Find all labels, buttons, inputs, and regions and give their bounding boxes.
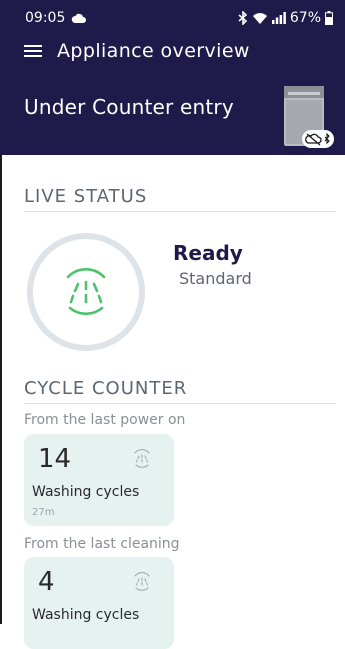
status-left: 09:05 <box>25 10 87 26</box>
status-state: Ready <box>173 241 243 265</box>
status-time: 09:05 <box>25 10 66 26</box>
dishwasher-image <box>284 86 334 148</box>
power-on-cycles-card: 14 Washing cycles 27m <box>24 434 174 526</box>
power-on-caption: From the last power on <box>24 412 186 428</box>
bluetooth-icon <box>238 11 248 25</box>
app-header: 09:05 67% Appliance overview Under Count… <box>0 0 345 155</box>
cycle-counter-divider <box>24 403 336 404</box>
signal-icon <box>271 12 286 24</box>
cycle-label: Washing cycles <box>32 484 140 500</box>
spray-icon <box>66 268 106 316</box>
last-cleaning-caption: From the last cleaning <box>24 536 180 552</box>
status-right: 67% <box>238 10 333 26</box>
screen-edge <box>0 155 2 624</box>
menu-icon[interactable] <box>24 42 42 58</box>
cloud-icon <box>72 13 87 23</box>
last-cleaning-cycles-card: 4 Washing cycles <box>24 557 174 649</box>
cycle-counter-heading: CYCLE COUNTER <box>24 378 188 399</box>
device-name: Under Counter entry <box>24 95 234 119</box>
status-bar: 09:05 67% <box>0 0 345 36</box>
cycle-time: 27m <box>32 507 55 518</box>
live-status-divider <box>24 211 336 212</box>
cycle-count: 4 <box>38 567 55 597</box>
cycle-label: Washing cycles <box>32 607 140 623</box>
wifi-icon <box>252 12 267 24</box>
battery-percent: 67% <box>289 10 321 26</box>
spray-icon <box>134 449 150 468</box>
page-title: Appliance overview <box>57 40 250 62</box>
status-program: Standard <box>179 269 252 288</box>
live-status-heading: LIVE STATUS <box>24 186 148 207</box>
status-ring <box>27 233 145 351</box>
spray-icon <box>134 572 150 591</box>
battery-icon <box>325 11 333 25</box>
cycle-count: 14 <box>38 444 72 474</box>
